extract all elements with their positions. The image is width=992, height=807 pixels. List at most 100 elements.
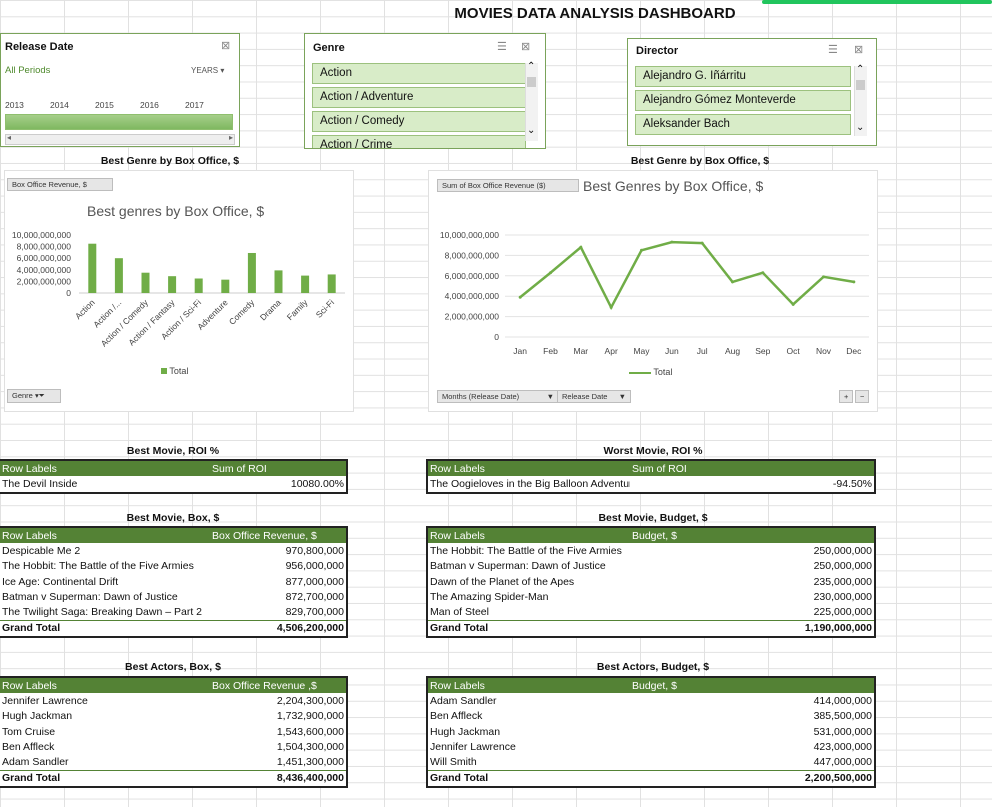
- genre-item[interactable]: Action / Adventure: [312, 87, 526, 108]
- table-row[interactable]: Will Smith 447,000,000: [427, 754, 875, 770]
- table-row[interactable]: The Devil Inside 10080.00%: [0, 476, 347, 492]
- table-row[interactable]: Despicable Me 2 970,800,000: [0, 543, 347, 558]
- grand-total-row[interactable]: Grand Total 1,190,000,000: [427, 619, 875, 638]
- data-point[interactable]: [670, 240, 674, 244]
- value-header[interactable]: Budget, $: [630, 527, 875, 544]
- data-point[interactable]: [609, 305, 613, 309]
- release-date-timeline[interactable]: Release Date ⊠ All Periods YEARS ▾ 2013 2…: [0, 33, 240, 147]
- table-row[interactable]: Jennifer Lawrence 423,000,000: [427, 739, 875, 754]
- data-point[interactable]: [518, 295, 522, 299]
- value-header[interactable]: Sum of ROI: [210, 460, 347, 477]
- chevron-down-icon[interactable]: ⌄: [856, 122, 864, 133]
- data-point[interactable]: [549, 271, 552, 275]
- bar[interactable]: [274, 270, 283, 293]
- data-point[interactable]: [761, 271, 765, 275]
- collapse-button[interactable]: −: [855, 390, 870, 403]
- expand-button[interactable]: +: [839, 390, 854, 403]
- bar[interactable]: [327, 274, 336, 293]
- clear-filter-icon[interactable]: ⊠: [854, 43, 863, 56]
- genre-item[interactable]: Action / Comedy: [312, 111, 526, 132]
- value-header[interactable]: Box Office Revenue, $: [210, 527, 347, 544]
- release-date-filter-button[interactable]: Release Date ▼: [557, 390, 631, 403]
- value-header[interactable]: Box Office Revenue ,$: [210, 677, 347, 694]
- grand-total-row[interactable]: Grand Total 8,436,400,000: [0, 769, 347, 788]
- table-row[interactable]: Man of Steel 225,000,000: [427, 604, 875, 620]
- data-point[interactable]: [731, 280, 734, 284]
- timeline-year[interactable]: 2014: [50, 100, 69, 110]
- table-row[interactable]: Ben Affleck 385,500,000: [427, 709, 875, 724]
- value-header[interactable]: Budget, $: [630, 677, 875, 694]
- table-row[interactable]: Adam Sandler 414,000,000: [427, 693, 875, 708]
- data-point[interactable]: [579, 245, 583, 249]
- table-row[interactable]: Hugh Jackman 531,000,000: [427, 724, 875, 739]
- scroll-thumb[interactable]: [856, 80, 865, 90]
- series-line[interactable]: [519, 240, 855, 311]
- actors-budget-pivot[interactable]: Row Labels Budget, $ Adam Sandler 414,000,0…: [426, 676, 876, 789]
- timeline-year[interactable]: 2017: [185, 100, 204, 110]
- multi-select-icon[interactable]: ☰: [828, 43, 838, 56]
- timeline-year[interactable]: 2013: [5, 100, 24, 110]
- scroll-left-icon[interactable]: ◂: [7, 133, 11, 142]
- best-roi-pivot[interactable]: Row Labels Sum of ROI The Devil Inside 1008…: [0, 459, 348, 494]
- months-filter-button[interactable]: Months (Release Date) ▼: [437, 390, 559, 403]
- data-point[interactable]: [791, 302, 795, 306]
- table-row[interactable]: The Twilight Saga: Breaking Dawn – Part …: [0, 604, 347, 620]
- chevron-up-icon[interactable]: ⌃: [527, 61, 535, 72]
- month-line-chart[interactable]: Sum of Box Office Revenue ($) Best Genre…: [428, 170, 878, 412]
- data-point[interactable]: [852, 280, 856, 284]
- scroll-right-icon[interactable]: ▸: [229, 133, 233, 142]
- clear-filter-icon[interactable]: ⊠: [521, 40, 530, 53]
- director-slicer-scrollbar[interactable]: ⌃ ⌄: [854, 64, 867, 136]
- genre-filter-button[interactable]: Genre ▾⏷: [7, 389, 61, 403]
- data-point[interactable]: [822, 275, 825, 279]
- best-box-pivot[interactable]: Row Labels Box Office Revenue, $ Despicabl…: [0, 526, 348, 639]
- actors-box-pivot[interactable]: Row Labels Box Office Revenue ,$ Jennifer …: [0, 676, 348, 789]
- table-row[interactable]: Ice Age: Continental Drift 877,000,000: [0, 574, 347, 589]
- table-row[interactable]: Dawn of the Planet of the Apes 235,000,00…: [427, 574, 875, 589]
- director-item[interactable]: Alejandro Gómez Monteverde: [635, 90, 851, 111]
- worst-roi-pivot[interactable]: Row Labels Sum of ROI The Oogieloves in th…: [426, 459, 876, 494]
- table-row[interactable]: The Oogieloves in the Big Balloon Advent…: [427, 476, 875, 492]
- clear-filter-icon[interactable]: ⊠: [221, 39, 230, 52]
- table-row[interactable]: The Hobbit: The Battle of the Five Armie…: [427, 543, 875, 558]
- chevron-down-icon[interactable]: ⌄: [527, 125, 535, 136]
- table-row[interactable]: Jennifer Lawrence 2,204,300,000: [0, 693, 347, 708]
- bar[interactable]: [114, 258, 123, 293]
- row-labels-header[interactable]: Row Labels: [427, 460, 630, 477]
- field-button[interactable]: Box Office Revenue, $: [7, 178, 113, 191]
- genre-item[interactable]: Action: [312, 63, 526, 84]
- row-labels-header[interactable]: Row Labels: [0, 460, 210, 477]
- best-budget-pivot[interactable]: Row Labels Budget, $ The Hobbit: The Battl…: [426, 526, 876, 639]
- timeline-bar[interactable]: [5, 114, 233, 130]
- table-row[interactable]: Ben Affleck 1,504,300,000: [0, 739, 347, 754]
- table-row[interactable]: The Amazing Spider-Man 230,000,000: [427, 589, 875, 604]
- director-item[interactable]: Aleksander Bach: [635, 114, 851, 135]
- bar[interactable]: [194, 278, 203, 294]
- data-point[interactable]: [640, 248, 643, 252]
- row-labels-header[interactable]: Row Labels: [0, 677, 210, 694]
- timeline-year[interactable]: 2015: [95, 100, 114, 110]
- director-slicer[interactable]: Director ☰ ⊠ Alejandro G. Iñárritu Aleja…: [627, 38, 877, 146]
- field-button[interactable]: Sum of Box Office Revenue ($): [437, 179, 579, 192]
- chevron-up-icon[interactable]: ⌃: [856, 64, 864, 75]
- grand-total-row[interactable]: Grand Total 2,200,500,000: [427, 769, 875, 788]
- row-labels-header[interactable]: Row Labels: [427, 677, 630, 694]
- bar[interactable]: [88, 243, 97, 293]
- bar[interactable]: [141, 272, 150, 293]
- genre-item[interactable]: Action / Crime: [312, 135, 526, 148]
- bar[interactable]: [168, 276, 177, 293]
- director-item[interactable]: Alejandro G. Iñárritu: [635, 66, 851, 87]
- scroll-thumb[interactable]: [527, 77, 536, 87]
- grand-total-row[interactable]: Grand Total 4,506,200,000: [0, 619, 347, 638]
- genre-slicer[interactable]: Genre ☰ ⊠ Action Action / Adventure Acti…: [304, 33, 546, 149]
- table-row[interactable]: Adam Sandler 1,451,300,000: [0, 754, 347, 770]
- genre-bar-chart[interactable]: Box Office Revenue, $ Best genres by Box…: [4, 170, 354, 412]
- value-header[interactable]: Sum of ROI: [630, 460, 875, 477]
- timeline-level-select[interactable]: YEARS ▾: [191, 66, 224, 75]
- table-row[interactable]: Batman v Superman: Dawn of Justice 872,70…: [0, 589, 347, 604]
- timeline-scrollbar[interactable]: ◂ ▸: [5, 133, 235, 145]
- table-row[interactable]: The Hobbit: The Battle of the Five Armie…: [0, 559, 347, 574]
- genre-slicer-scrollbar[interactable]: ⌃ ⌄: [525, 61, 538, 141]
- data-point[interactable]: [700, 241, 704, 245]
- table-row[interactable]: Hugh Jackman 1,732,900,000: [0, 709, 347, 724]
